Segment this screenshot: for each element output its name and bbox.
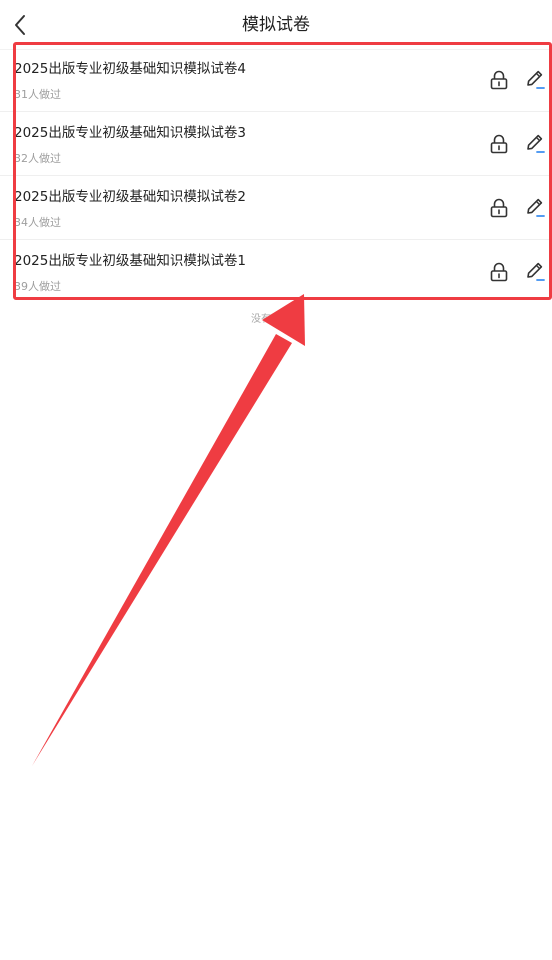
- paper-attempt-count: 31人做过: [14, 88, 61, 101]
- paper-title: 2025出版专业初级基础知识模拟试卷2: [14, 189, 246, 205]
- paper-attempt-count: 39人做过: [14, 280, 61, 293]
- no-more-text: 没有更多了: [251, 314, 301, 325]
- paper-item[interactable]: 2025出版专业初级基础知识模拟试卷3 32人做过: [0, 112, 552, 176]
- lock-icon: [490, 134, 508, 154]
- paper-item[interactable]: 2025出版专业初级基础知识模拟试卷2 34人做过: [0, 176, 552, 240]
- lock-icon: [490, 70, 508, 90]
- paper-item[interactable]: 2025出版专业初级基础知识模拟试卷1 39人做过: [0, 240, 552, 303]
- paper-attempt-count: 32人做过: [14, 152, 61, 165]
- paper-title: 2025出版专业初级基础知识模拟试卷3: [14, 125, 246, 141]
- paper-item[interactable]: 2025出版专业初级基础知识模拟试卷4 31人做过: [0, 48, 552, 112]
- lock-icon: [490, 198, 508, 218]
- edit-icon[interactable]: [525, 133, 545, 155]
- annotation-arrow-shaft: [32, 334, 292, 766]
- top-bar: 模拟试卷: [0, 0, 552, 50]
- paper-title: 2025出版专业初级基础知识模拟试卷4: [14, 61, 246, 77]
- edit-icon[interactable]: [525, 197, 545, 219]
- lock-icon: [490, 262, 508, 282]
- paper-list: 2025出版专业初级基础知识模拟试卷4 31人做过 2025出版专业初级基础知识…: [0, 48, 552, 303]
- page-title: 模拟试卷: [242, 15, 310, 35]
- edit-icon[interactable]: [525, 69, 545, 91]
- paper-title: 2025出版专业初级基础知识模拟试卷1: [14, 253, 246, 269]
- edit-icon[interactable]: [525, 261, 545, 283]
- paper-attempt-count: 34人做过: [14, 216, 61, 229]
